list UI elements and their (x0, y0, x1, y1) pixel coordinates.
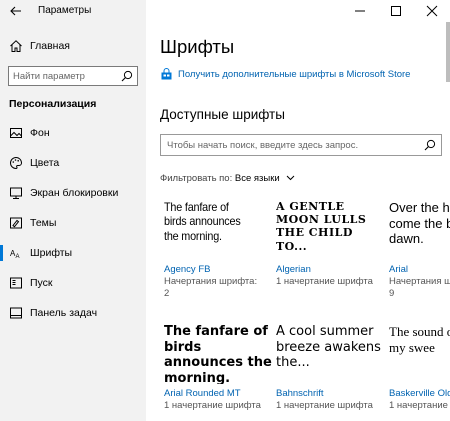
font-card-agency-fb[interactable]: The fanfare of birds announces the morni… (164, 200, 276, 299)
sidebar-item-label: Пуск (30, 277, 53, 289)
font-faces: 1 начертание шрифта (164, 400, 261, 411)
filter-value[interactable]: Все языки (235, 173, 280, 184)
font-sample: Over the horizon come the break of dawn. (389, 200, 450, 247)
font-sample: A GENTLE MOON LULLS THE CHILD TO... (276, 200, 367, 253)
font-sample: A cool summer breeze awakens the... (276, 324, 381, 371)
chevron-down-icon[interactable] (286, 175, 295, 181)
sidebar-item-lock-screen[interactable]: Экран блокировки (0, 180, 146, 206)
font-card-bahnschrift[interactable]: A cool summer breeze awakens the... Bahn… (276, 324, 388, 411)
taskbar-icon (10, 307, 22, 319)
font-name[interactable]: Bahnschrift (276, 388, 324, 399)
search-icon[interactable] (121, 70, 133, 82)
font-sample: The fanfare of birds announces the morni… (164, 324, 272, 384)
font-card-baskerville[interactable]: The sound of calms my swee Baskerville O… (389, 324, 450, 411)
font-sample: The fanfare of birds announces the morni… (164, 200, 241, 243)
home-icon (10, 40, 22, 52)
font-search-input[interactable] (167, 138, 417, 152)
close-icon[interactable] (414, 0, 450, 22)
titlebar-left: Параметры (0, 0, 146, 22)
font-faces: 1 начертание шрифта (389, 400, 450, 411)
sidebar-item-colors[interactable]: Цвета (0, 150, 146, 176)
maximize-icon[interactable] (378, 0, 414, 22)
store-link-label[interactable]: Получить дополнительные шрифты в Microso… (178, 69, 410, 80)
palette-icon (10, 156, 23, 170)
window-title: Параметры (38, 5, 92, 16)
start-icon (10, 277, 22, 289)
sidebar: Параметры Главная Персонализация Фон Цве… (0, 0, 146, 421)
font-faces: 1 начертание шрифта (276, 400, 373, 411)
language-filter[interactable]: Фильтровать по: Все языки (160, 173, 295, 184)
nav-home[interactable]: Главная (0, 36, 146, 58)
section-title: Персонализация (9, 98, 97, 110)
minimize-icon[interactable] (342, 0, 378, 22)
font-icon: A A (10, 249, 20, 260)
font-card-algerian[interactable]: A GENTLE MOON LULLS THE CHILD TO... Alge… (276, 200, 388, 287)
window-controls (340, 0, 450, 22)
sidebar-item-label: Цвета (30, 157, 60, 169)
back-arrow-icon[interactable] (8, 3, 24, 19)
sidebar-item-start[interactable]: Пуск (0, 270, 146, 296)
font-name[interactable]: Arial (389, 264, 408, 275)
main-content: Шрифты Получить дополнительные шрифты в … (146, 0, 450, 421)
sidebar-item-label: Экран блокировки (30, 187, 119, 199)
nav-home-label: Главная (30, 40, 70, 52)
store-icon (161, 68, 172, 80)
font-name[interactable]: Agency FB (164, 264, 210, 275)
font-name[interactable]: Baskerville Old (389, 388, 450, 399)
filter-label: Фильтровать по: (160, 173, 233, 184)
settings-search-input[interactable] (13, 69, 113, 83)
picture-icon (10, 128, 22, 138)
font-card-arial-rounded[interactable]: The fanfare of birds announces the morni… (164, 324, 276, 411)
settings-search[interactable] (8, 66, 138, 86)
sidebar-item-label: Шрифты (30, 247, 73, 259)
svg-text:A: A (16, 254, 20, 260)
sidebar-item-themes[interactable]: Темы (0, 210, 146, 236)
font-search[interactable] (160, 134, 442, 156)
page-title: Шрифты (160, 36, 235, 57)
font-card-arial[interactable]: Over the horizon come the break of dawn.… (389, 200, 450, 299)
font-faces: Начертания шрифта: 2 (164, 276, 258, 299)
font-sample: The sound of calms my swee (389, 324, 450, 355)
font-name[interactable]: Arial Rounded MT (164, 388, 241, 399)
font-faces: Начертания шрифта: 9 (389, 276, 450, 299)
font-name[interactable]: Algerian (276, 264, 311, 275)
available-fonts-title: Доступные шрифты (160, 107, 285, 122)
scrollbar[interactable] (446, 22, 450, 82)
brush-icon (10, 217, 22, 229)
sidebar-item-label: Фон (30, 127, 50, 139)
sidebar-item-background[interactable]: Фон (0, 120, 146, 146)
lock-screen-icon (10, 187, 22, 199)
sidebar-item-fonts[interactable]: A A Шрифты (0, 240, 146, 266)
sidebar-item-label: Темы (30, 217, 57, 229)
sidebar-item-taskbar[interactable]: Панель задач (0, 300, 146, 326)
sidebar-item-label: Панель задач (30, 307, 98, 319)
font-faces: 1 начертание шрифта (276, 276, 373, 287)
search-icon[interactable] (424, 139, 436, 151)
